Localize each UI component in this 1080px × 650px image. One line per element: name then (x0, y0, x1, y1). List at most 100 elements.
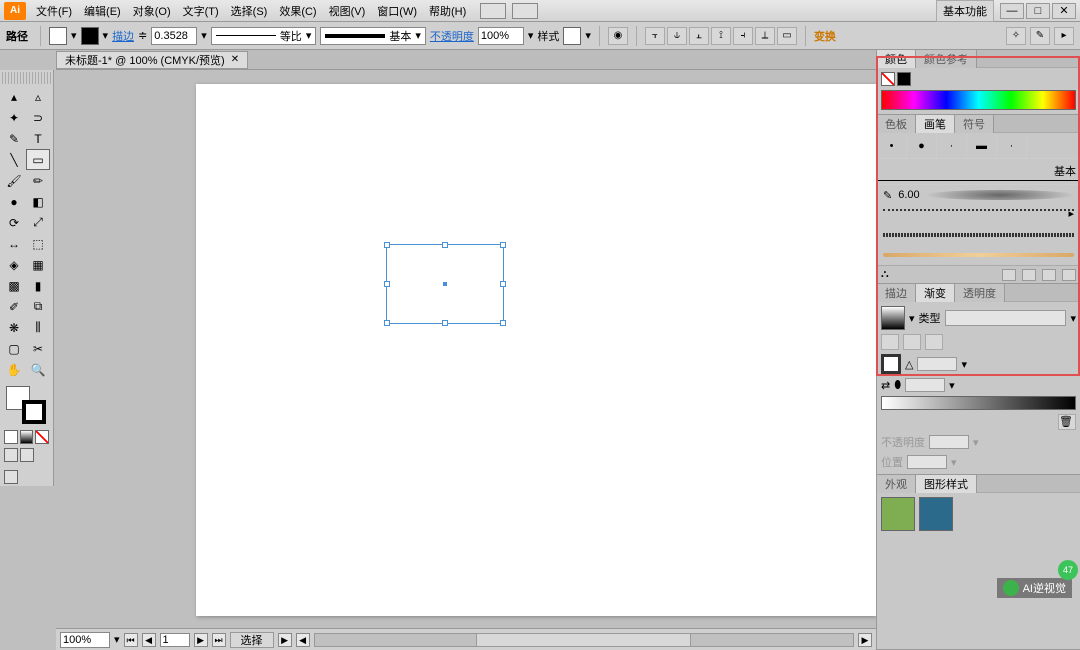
menu-object[interactable]: 对象(O) (127, 1, 177, 21)
delete-brush-icon[interactable] (1062, 269, 1076, 281)
zoom-tool[interactable]: 🔍 (26, 359, 50, 380)
none-swatch[interactable] (881, 72, 895, 86)
new-brush-icon[interactable] (1042, 269, 1056, 281)
screen-normal-icon[interactable] (4, 448, 18, 462)
stroke-type-2[interactable] (903, 334, 921, 350)
align-bottom-icon[interactable]: ⟂ (755, 27, 775, 45)
brush-art-dotted[interactable]: ▸ (877, 205, 1080, 225)
rotate-tool[interactable]: ⟳ (2, 212, 26, 233)
transform-link[interactable]: 变换 (814, 28, 836, 44)
menu-effect[interactable]: 效果(C) (273, 1, 322, 21)
rectangle-tool[interactable]: ▭ (26, 149, 50, 170)
page-input[interactable] (160, 633, 190, 647)
stroke-indicator[interactable] (22, 400, 46, 424)
menu-text[interactable]: 文字(T) (177, 1, 225, 21)
align-right-icon[interactable]: ⫠ (689, 27, 709, 45)
window-minimize[interactable]: — (1000, 3, 1024, 19)
gradient-preview[interactable] (881, 306, 905, 330)
window-close[interactable]: ✕ (1052, 3, 1076, 19)
gradient-type-dropdown[interactable] (945, 310, 1067, 326)
color-spectrum[interactable] (881, 90, 1076, 110)
paintbrush-tool[interactable]: 🖌 (2, 170, 26, 191)
selection-tool[interactable]: ▴ (2, 86, 26, 107)
scroll-thumb[interactable] (476, 634, 691, 646)
window-maximize[interactable]: □ (1026, 3, 1050, 19)
graph-tool[interactable]: ⫼ (26, 317, 50, 338)
eyedropper-tool[interactable]: ✐ (2, 296, 26, 317)
menu-select[interactable]: 选择(S) (225, 1, 274, 21)
graphic-style-swatch[interactable] (563, 27, 581, 45)
brush-tip[interactable]: · (997, 134, 1027, 158)
stroke-type-1[interactable] (881, 334, 899, 350)
brush-tip[interactable]: • (877, 134, 907, 158)
align-vcenter-icon[interactable]: ⫞ (733, 27, 753, 45)
tab-color-guide[interactable]: 颜色参考 (916, 50, 977, 68)
tab-transparency[interactable]: 透明度 (955, 284, 1005, 302)
prev-page-btn[interactable]: ◀ (142, 633, 156, 647)
align-artboard-icon[interactable]: ▭ (777, 27, 797, 45)
mesh-tool[interactable]: ▩ (2, 275, 26, 296)
eraser-tool[interactable]: ◧ (26, 191, 50, 212)
first-page-btn[interactable]: ⏮ (124, 633, 138, 647)
toolbox-grip[interactable] (2, 72, 51, 84)
reverse-icon[interactable]: ⇄ (881, 379, 890, 392)
resize-handle[interactable] (442, 320, 448, 326)
stroke-weight-input[interactable] (151, 27, 197, 45)
line-tool[interactable]: ╲ (2, 149, 26, 170)
delete-stop-icon[interactable]: 🗑 (1058, 414, 1076, 430)
options-icon[interactable] (1022, 269, 1036, 281)
edit-icon[interactable]: ✎ (1030, 27, 1050, 45)
menu-help[interactable]: 帮助(H) (423, 1, 472, 21)
align-hcenter-icon[interactable]: ⫝ (667, 27, 687, 45)
menu-view[interactable]: 视图(V) (323, 1, 372, 21)
tab-appearance[interactable]: 外观 (877, 475, 916, 493)
pen-tool[interactable]: ✎ (2, 128, 26, 149)
brush-tip[interactable]: · (937, 134, 967, 158)
brush-art-rough[interactable] (877, 225, 1080, 245)
stroke-profile-dropdown[interactable]: 等比▾ (211, 27, 317, 45)
align-left-icon[interactable]: ⫟ (645, 27, 665, 45)
blob-brush-tool[interactable]: ● (2, 191, 26, 212)
resize-handle[interactable] (442, 242, 448, 248)
brush-tip[interactable]: ● (907, 134, 937, 158)
tab-stroke[interactable]: 描边 (877, 284, 916, 302)
symbol-sprayer-tool[interactable]: ❋ (2, 317, 26, 338)
slice-tool[interactable]: ✂ (26, 338, 50, 359)
align-top-icon[interactable]: ⟟ (711, 27, 731, 45)
canvas-area[interactable] (56, 70, 876, 628)
stroke-link[interactable]: 描边 (112, 28, 134, 44)
gradient-slider[interactable] (881, 396, 1076, 410)
arrange-icon[interactable] (512, 3, 538, 19)
stroke-swatch[interactable] (81, 27, 99, 45)
tab-brushes[interactable]: 画笔 (916, 115, 955, 133)
resize-handle[interactable] (384, 242, 390, 248)
tab-graphic-styles[interactable]: 图形样式 (916, 475, 977, 493)
stop-opacity-input[interactable] (929, 435, 969, 449)
scale-tool[interactable]: ⤢ (26, 212, 50, 233)
opacity-input[interactable] (478, 27, 524, 45)
graphic-style-thumb[interactable] (919, 497, 953, 531)
direct-select-tool[interactable]: ▵ (26, 86, 50, 107)
resize-handle[interactable] (384, 320, 390, 326)
scroll-right-btn[interactable]: ▶ (858, 633, 872, 647)
angle-input[interactable] (917, 357, 957, 371)
status-tool-label[interactable]: 选择 (230, 632, 274, 648)
recolor-icon[interactable]: ◉ (608, 27, 628, 45)
panel-menu-icon[interactable]: ▸ (1054, 27, 1074, 45)
menu-window[interactable]: 窗口(W) (371, 1, 423, 21)
artboard[interactable] (196, 84, 876, 616)
color-mode-none[interactable] (35, 430, 49, 444)
brush-art-flat[interactable] (877, 245, 1080, 265)
fill-stroke-indicator[interactable] (2, 386, 51, 426)
shape-builder-tool[interactable]: ◈ (2, 254, 26, 275)
brush-basic-row[interactable]: 基本 (877, 159, 1080, 185)
aspect-input[interactable] (905, 378, 945, 392)
stroke-type-3[interactable] (925, 334, 943, 350)
tab-symbols[interactable]: 符号 (955, 115, 994, 133)
magic-wand-tool[interactable]: ✦ (2, 107, 26, 128)
perspective-tool[interactable]: ▦ (26, 254, 50, 275)
next-page-btn[interactable]: ▶ (194, 633, 208, 647)
close-tab-icon[interactable]: ✕ (231, 54, 239, 65)
menu-file[interactable]: 文件(F) (30, 1, 78, 21)
scroll-left-btn[interactable]: ◀ (296, 633, 310, 647)
